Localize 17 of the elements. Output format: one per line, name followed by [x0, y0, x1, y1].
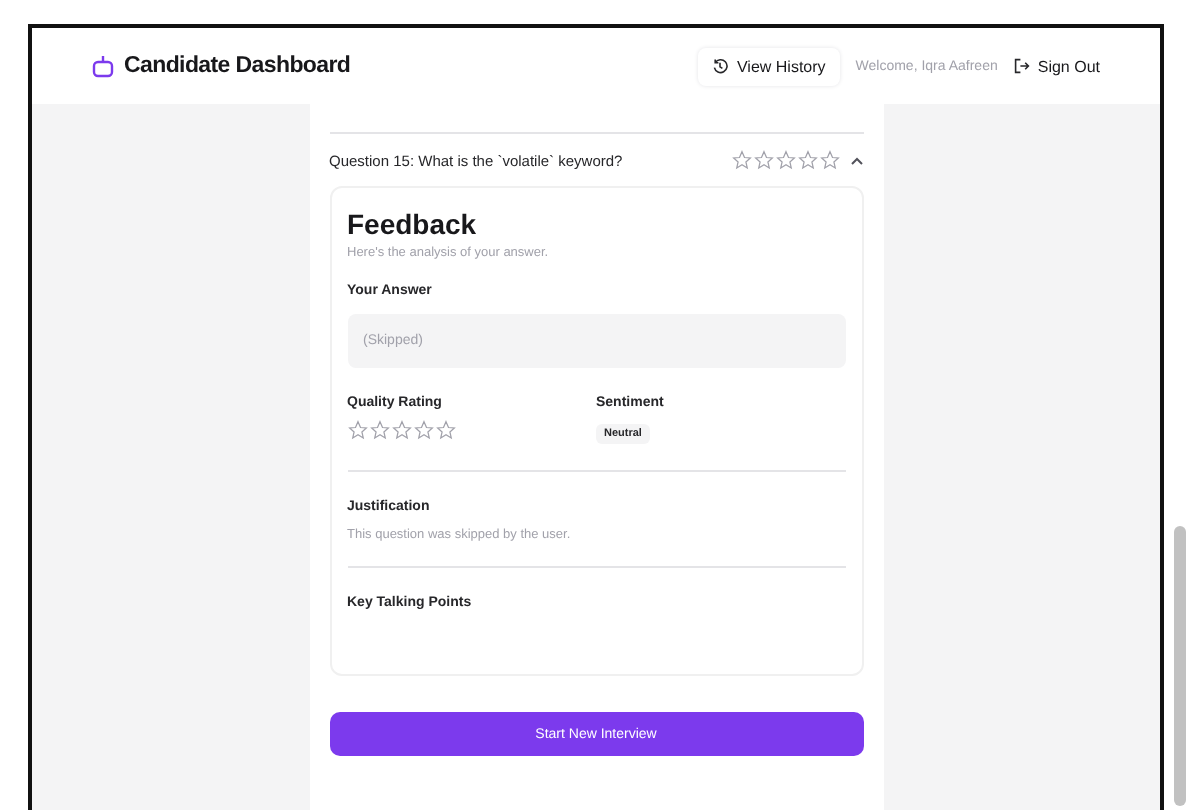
app-title: Candidate Dashboard [124, 54, 351, 78]
history-icon [712, 58, 729, 74]
scrollbar-thumb[interactable] [1174, 526, 1186, 806]
star-icon [797, 150, 817, 170]
star-icon [413, 420, 433, 440]
star-icon [775, 150, 795, 170]
star-icon [753, 150, 773, 170]
logout-icon [1013, 58, 1030, 74]
star-icon [435, 420, 455, 440]
feedback-title: Feedback [347, 208, 479, 240]
view-history-button[interactable]: View History [698, 47, 840, 85]
star-icon [731, 150, 751, 170]
star-icon [347, 420, 367, 440]
star-icon [819, 150, 839, 170]
star-icon [369, 420, 389, 440]
sign-out-button[interactable]: Sign Out [1013, 57, 1100, 75]
star-icon [391, 420, 411, 440]
